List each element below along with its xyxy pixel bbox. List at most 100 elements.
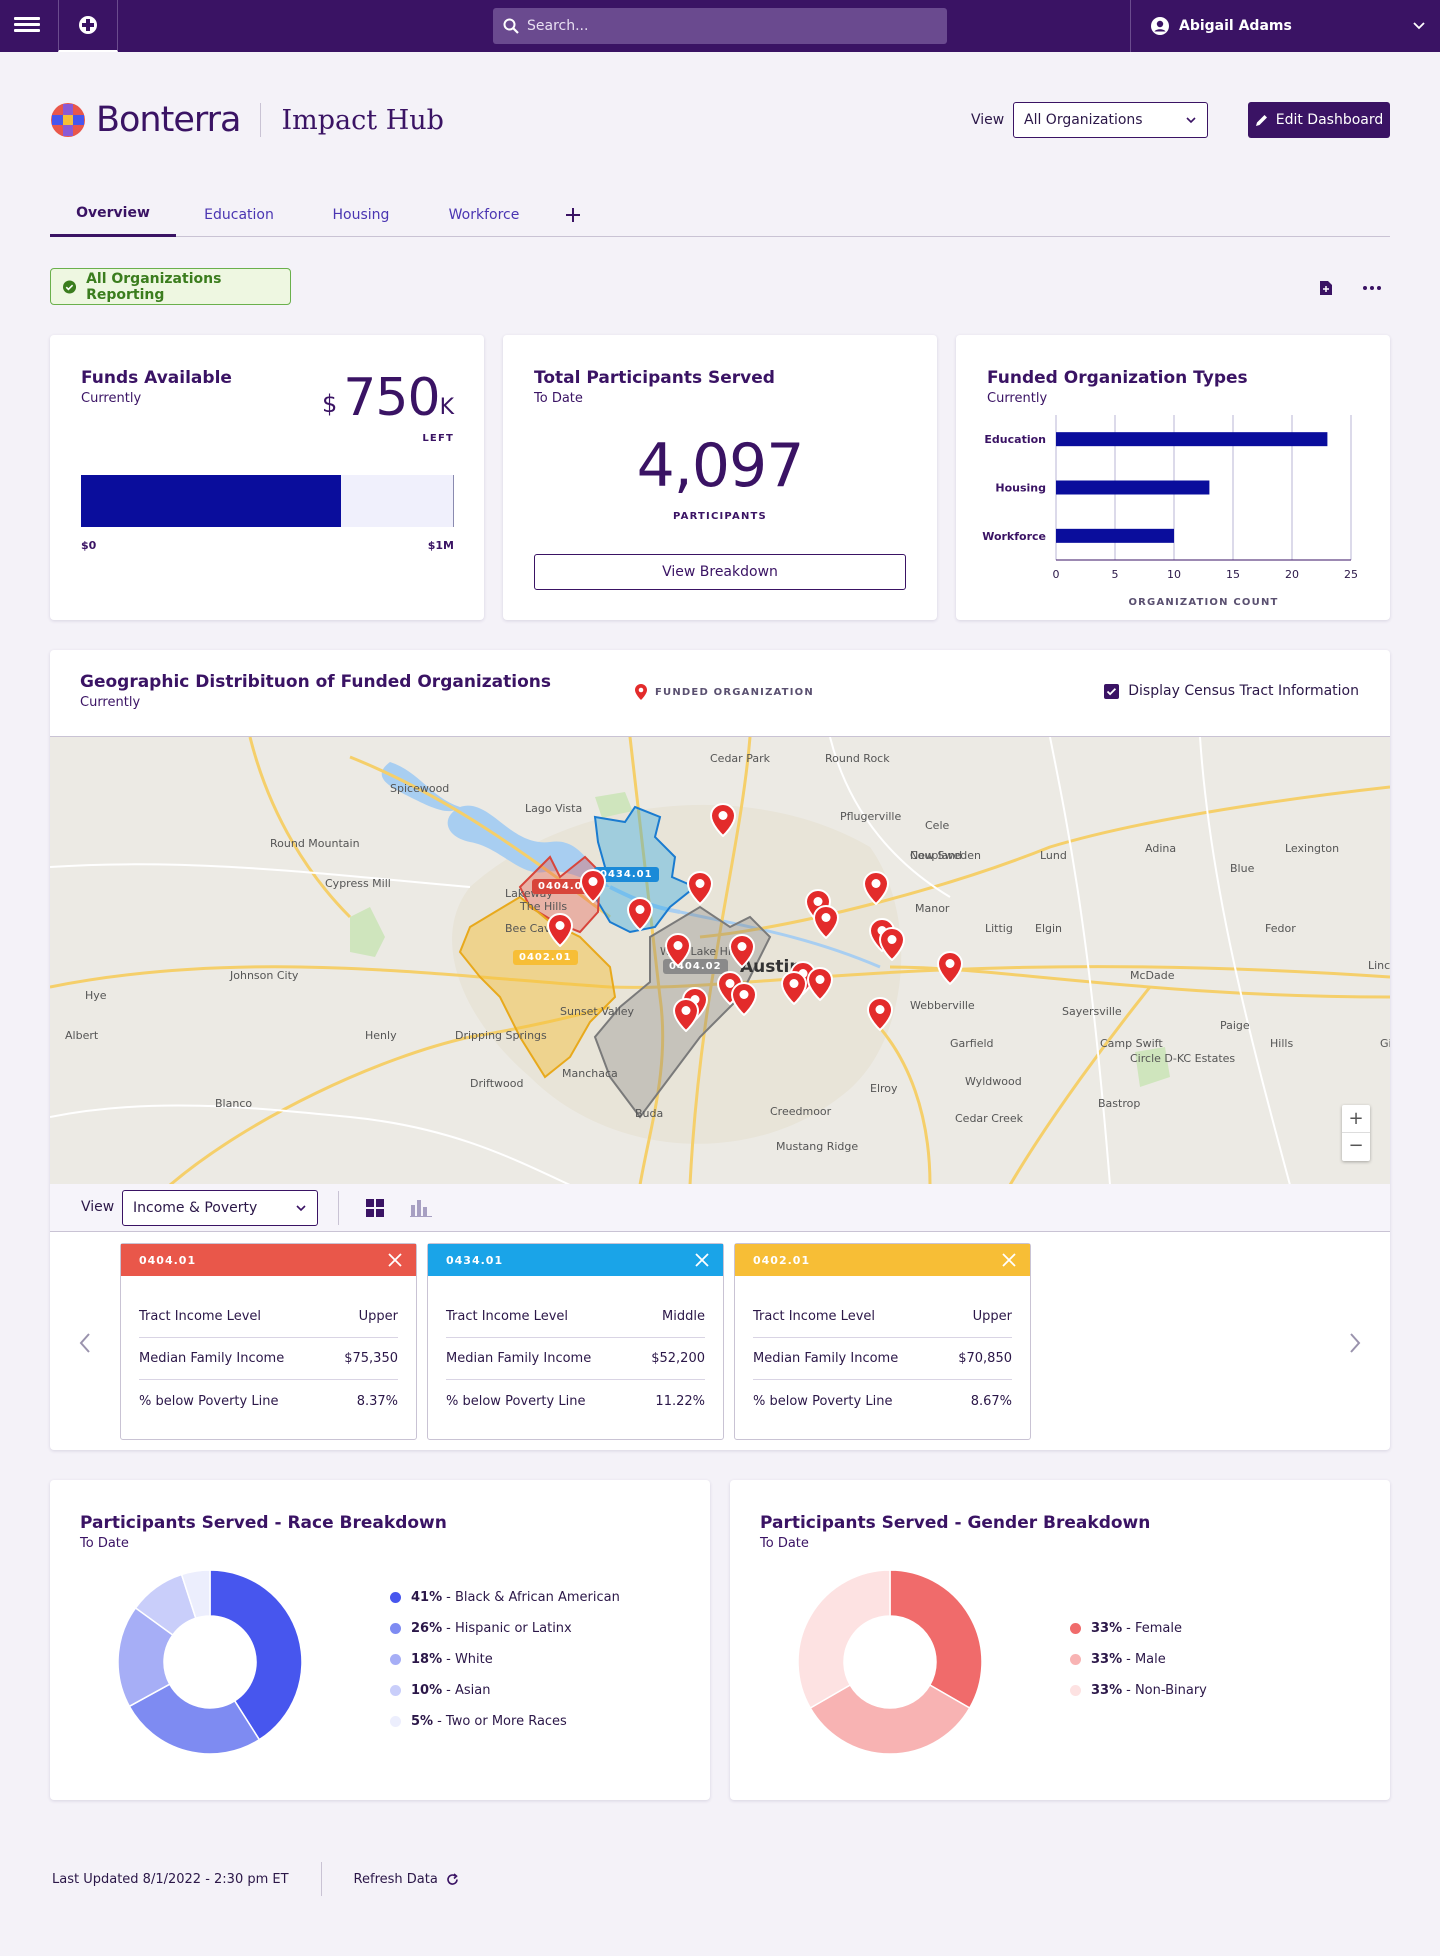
- tab-workforce[interactable]: Workforce: [420, 192, 548, 237]
- tab-label: Workforce: [448, 206, 520, 223]
- map-pin-icon[interactable]: [673, 998, 699, 1032]
- total-participants-card: Total Participants Served To Date 4,097 …: [503, 335, 937, 620]
- map-place-label: Hills: [1270, 1037, 1294, 1050]
- map-pin-icon[interactable]: [710, 803, 736, 837]
- map-pin-icon[interactable]: [863, 871, 889, 905]
- donut-slice: [797, 1569, 891, 1710]
- map-place-label: Cypress Mill: [325, 877, 391, 890]
- user-avatar-icon: [1151, 17, 1169, 35]
- donut-slice: [809, 1683, 971, 1755]
- bar: [1056, 528, 1174, 543]
- y-category-label: Education: [984, 433, 1046, 446]
- legend-swatch: [1070, 1654, 1081, 1665]
- map-pin-icon[interactable]: [781, 971, 807, 1005]
- legend-item: 41% - Black & African American: [390, 1582, 620, 1613]
- map-legend-label: FUNDED ORGANIZATION: [655, 686, 814, 698]
- organization-types-card: Funded Organization Types Currently 0 5 10…: [956, 335, 1390, 620]
- map-place-label: Creedmoor: [770, 1105, 832, 1118]
- refresh-icon: [447, 1872, 458, 1885]
- carousel-prev-arrow-icon[interactable]: [78, 1332, 92, 1354]
- app-switcher-button[interactable]: [58, 0, 118, 52]
- tract-view-select[interactable]: Income & Poverty: [122, 1190, 318, 1226]
- map-place-label: New Sweden: [910, 849, 981, 862]
- map-pin-icon[interactable]: [731, 982, 757, 1016]
- x-tick-label: 25: [1344, 568, 1358, 581]
- tract-label[interactable]: 0402.01: [513, 950, 578, 965]
- footer: Last Updated 8/1/2022 - 2:30 pm ET Refre…: [52, 1862, 459, 1896]
- last-updated-text: Last Updated 8/1/2022 - 2:30 pm ET: [52, 1871, 289, 1887]
- card-title: Total Participants Served: [534, 368, 775, 388]
- view-breakdown-button[interactable]: View Breakdown: [534, 554, 906, 590]
- map-pin-icon[interactable]: [665, 933, 691, 967]
- view-label: View: [971, 112, 1005, 128]
- legend-swatch: [390, 1592, 401, 1603]
- funds-value: $ 750 K: [322, 372, 454, 424]
- map-place-label: The Hills: [520, 900, 568, 913]
- tract-card: 0404.01 Tract Income Level Upper Median F…: [120, 1243, 417, 1440]
- map-pin-icon[interactable]: [867, 997, 893, 1031]
- map-place-label: Blue: [1230, 862, 1255, 875]
- organization-view-select[interactable]: All Organizations: [1013, 102, 1208, 138]
- zoom-in-button[interactable]: +: [1342, 1105, 1370, 1133]
- legend-swatch: [390, 1716, 401, 1727]
- census-tract-toggle[interactable]: Display Census Tract Information: [1104, 683, 1359, 699]
- tract-row-label: % below Poverty Line: [446, 1393, 586, 1409]
- tract-card: 0434.01 Tract Income Level Middle Median …: [427, 1243, 724, 1440]
- refresh-data-button[interactable]: Refresh Data: [354, 1872, 459, 1887]
- zoom-out-button[interactable]: −: [1342, 1133, 1370, 1161]
- map-pin-icon[interactable]: [879, 927, 905, 961]
- close-icon[interactable]: [695, 1253, 709, 1267]
- map-pin-icon[interactable]: [807, 967, 833, 1001]
- refresh-data-label: Refresh Data: [353, 1871, 438, 1887]
- tab-label: Education: [204, 206, 274, 223]
- add-tab-button[interactable]: [548, 192, 598, 237]
- grid-view-icon[interactable]: [366, 1199, 384, 1217]
- card-title: Funds Available: [81, 368, 232, 388]
- search-input[interactable]: [527, 18, 927, 34]
- map-place-label: Webberville: [910, 999, 975, 1012]
- map-pin-icon[interactable]: [627, 897, 653, 931]
- census-map[interactable]: Cedar Park Round Rock Spicewood Lago Vista P…: [50, 736, 1390, 1184]
- tab-education[interactable]: Education: [176, 192, 302, 237]
- more-options-button[interactable]: [1360, 278, 1384, 298]
- legend-percent: 33%: [1091, 1652, 1123, 1667]
- legend-item: 33% - Non-Binary: [1070, 1675, 1207, 1706]
- map-pin-icon[interactable]: [813, 905, 839, 939]
- edit-dashboard-button[interactable]: Edit Dashboard: [1248, 102, 1390, 138]
- card-title: Participants Served - Gender Breakdown: [760, 1513, 1151, 1533]
- carousel-next-arrow-icon[interactable]: [1348, 1332, 1362, 1354]
- map-place-label: Cedar Park: [710, 752, 770, 765]
- tab-overview[interactable]: Overview: [50, 192, 176, 237]
- tab-label: Overview: [76, 205, 150, 221]
- legend-percent: 18%: [411, 1652, 443, 1667]
- funds-min-label: $0: [81, 539, 97, 552]
- chevron-down-icon: [1186, 117, 1196, 124]
- tract-row: Tract Income Level Upper: [753, 1296, 1012, 1338]
- export-pdf-button[interactable]: [1316, 278, 1336, 298]
- funds-currency: $: [322, 390, 338, 418]
- close-icon[interactable]: [388, 1253, 402, 1267]
- map-pin-icon[interactable]: [687, 871, 713, 905]
- reporting-status-badge: All Organizations Reporting: [50, 268, 291, 305]
- map-pin-icon[interactable]: [580, 869, 606, 903]
- user-menu[interactable]: Abigail Adams: [1130, 0, 1440, 52]
- view-select-value: All Organizations: [1024, 112, 1143, 128]
- checkbox-checked-icon[interactable]: [1104, 683, 1120, 699]
- donut-slice: [889, 1569, 983, 1710]
- close-icon[interactable]: [1002, 1253, 1016, 1267]
- bar-chart-view-icon[interactable]: [410, 1199, 432, 1217]
- legend-item: 5% - Two or More Races: [390, 1706, 620, 1737]
- legend-swatch: [1070, 1623, 1081, 1634]
- tab-housing[interactable]: Housing: [302, 192, 420, 237]
- map-place-label: Lago Vista: [525, 802, 583, 815]
- map-place-label: Lexington: [1285, 842, 1340, 855]
- map-pin-icon[interactable]: [729, 934, 755, 968]
- map-pin-icon[interactable]: [937, 951, 963, 985]
- more-horizontal-icon: [1363, 286, 1381, 290]
- search-bar[interactable]: [493, 8, 947, 44]
- hamburger-menu-button[interactable]: [14, 14, 40, 38]
- tract-row-label: Tract Income Level: [139, 1309, 262, 1324]
- map-pin-icon[interactable]: [547, 913, 573, 947]
- map-place-label: Sayersville: [1062, 1005, 1122, 1018]
- map-place-label: Lund: [1040, 849, 1067, 862]
